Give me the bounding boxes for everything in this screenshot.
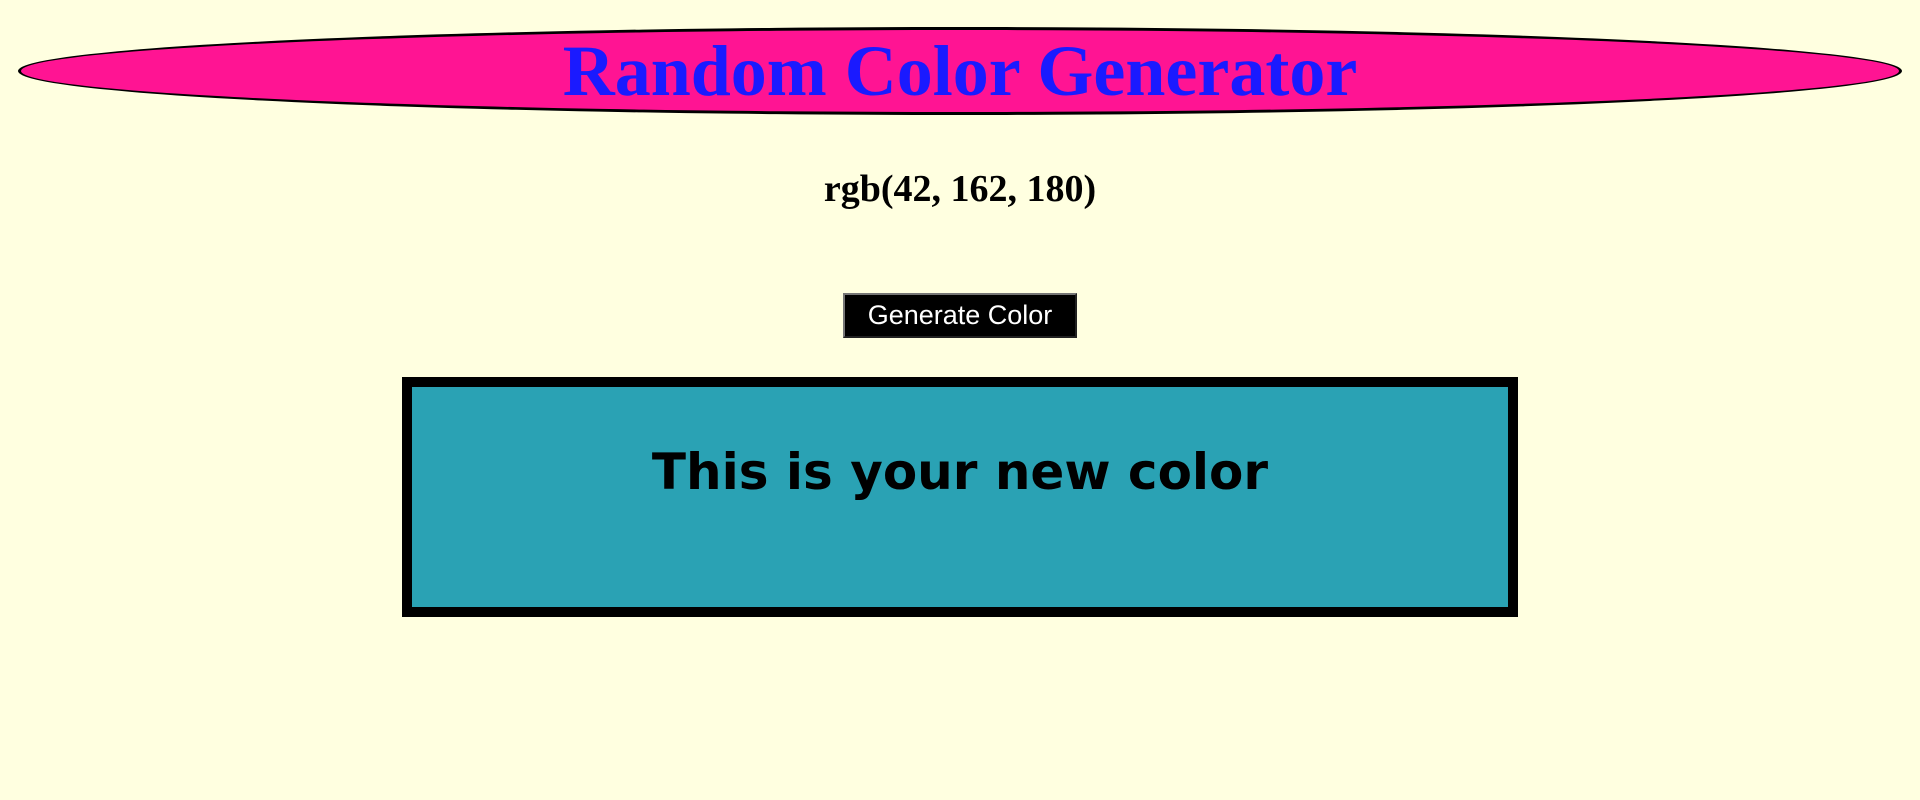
generate-color-button[interactable]: Generate Color (843, 293, 1077, 338)
title-banner: Random Color Generator (18, 27, 1902, 115)
rgb-value-readout: rgb(42, 162, 180) (823, 168, 1097, 210)
color-swatch-message: This is your new color (651, 443, 1269, 501)
color-swatch-box: This is your new color (402, 377, 1518, 617)
page-title: Random Color Generator (562, 31, 1358, 111)
